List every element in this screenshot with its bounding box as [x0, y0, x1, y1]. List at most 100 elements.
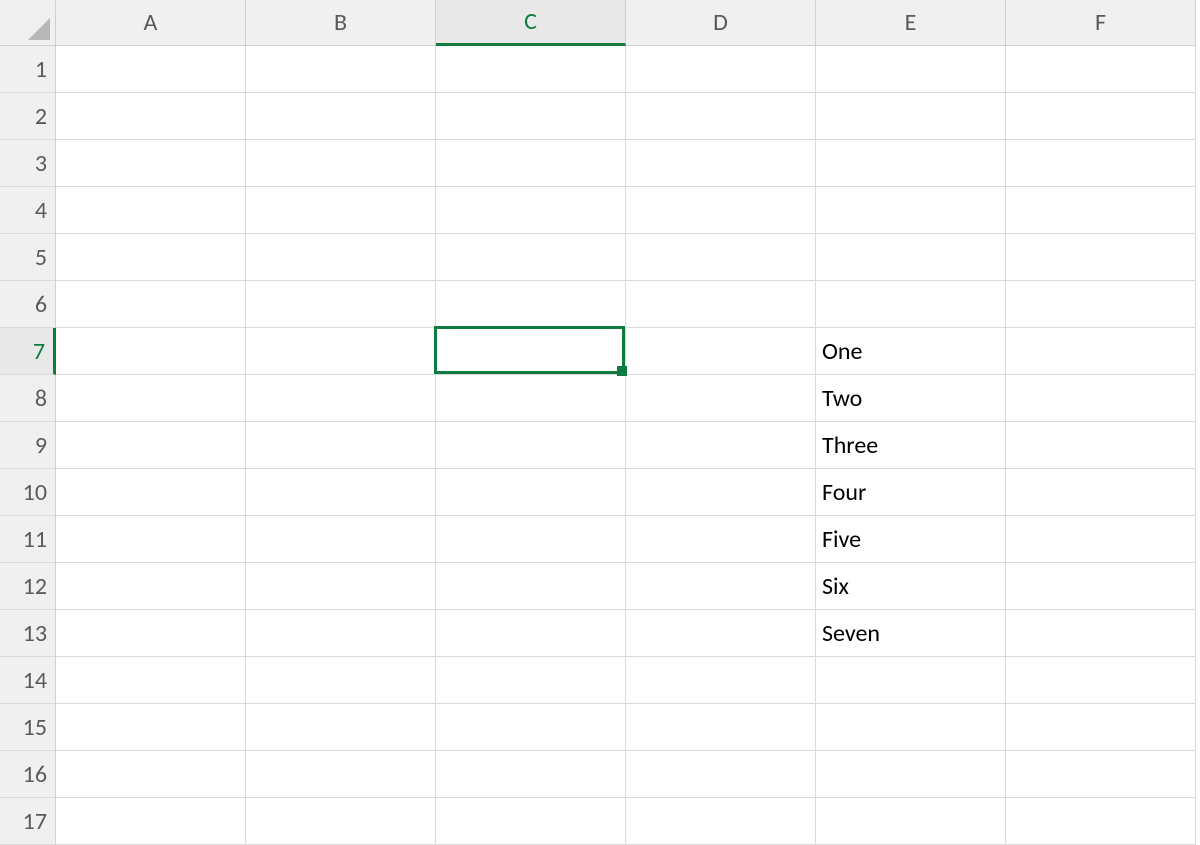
col-header-A[interactable]: A	[56, 0, 246, 46]
row-header-10[interactable]: 10	[0, 469, 56, 516]
cell-E13[interactable]: Seven	[816, 610, 1006, 657]
cell-F3[interactable]	[1006, 140, 1196, 187]
cell-A10[interactable]	[56, 469, 246, 516]
cell-A7[interactable]	[56, 328, 246, 375]
row-header-2[interactable]: 2	[0, 93, 56, 140]
cell-C1[interactable]	[436, 46, 626, 93]
cell-E7[interactable]: One	[816, 328, 1006, 375]
cell-D16[interactable]	[626, 751, 816, 798]
cell-C8[interactable]	[436, 375, 626, 422]
cell-E4[interactable]	[816, 187, 1006, 234]
row-header-7[interactable]: 7	[0, 328, 56, 375]
cell-C3[interactable]	[436, 140, 626, 187]
cell-D6[interactable]	[626, 281, 816, 328]
cell-E1[interactable]	[816, 46, 1006, 93]
cell-A13[interactable]	[56, 610, 246, 657]
cell-B4[interactable]	[246, 187, 436, 234]
cell-E11[interactable]: Five	[816, 516, 1006, 563]
cell-B8[interactable]	[246, 375, 436, 422]
cell-A6[interactable]	[56, 281, 246, 328]
row-header-15[interactable]: 15	[0, 704, 56, 751]
cell-D11[interactable]	[626, 516, 816, 563]
cell-A11[interactable]	[56, 516, 246, 563]
cell-C2[interactable]	[436, 93, 626, 140]
row-header-11[interactable]: 11	[0, 516, 56, 563]
row-header-12[interactable]: 12	[0, 563, 56, 610]
cell-A15[interactable]	[56, 704, 246, 751]
cell-C12[interactable]	[436, 563, 626, 610]
cell-A4[interactable]	[56, 187, 246, 234]
cell-E6[interactable]	[816, 281, 1006, 328]
cell-E9[interactable]: Three	[816, 422, 1006, 469]
cell-F11[interactable]	[1006, 516, 1196, 563]
cell-D15[interactable]	[626, 704, 816, 751]
cell-C17[interactable]	[436, 798, 626, 845]
row-header-8[interactable]: 8	[0, 375, 56, 422]
cell-B10[interactable]	[246, 469, 436, 516]
row-header-1[interactable]: 1	[0, 46, 56, 93]
cell-F16[interactable]	[1006, 751, 1196, 798]
cell-E14[interactable]	[816, 657, 1006, 704]
cell-C7[interactable]	[436, 328, 626, 375]
cell-F5[interactable]	[1006, 234, 1196, 281]
cell-F15[interactable]	[1006, 704, 1196, 751]
cell-F6[interactable]	[1006, 281, 1196, 328]
cell-B16[interactable]	[246, 751, 436, 798]
cell-C15[interactable]	[436, 704, 626, 751]
cell-D7[interactable]	[626, 328, 816, 375]
cell-D14[interactable]	[626, 657, 816, 704]
cell-B17[interactable]	[246, 798, 436, 845]
col-header-B[interactable]: B	[246, 0, 436, 46]
cell-B13[interactable]	[246, 610, 436, 657]
cell-C16[interactable]	[436, 751, 626, 798]
cell-B1[interactable]	[246, 46, 436, 93]
cell-F9[interactable]	[1006, 422, 1196, 469]
row-header-17[interactable]: 17	[0, 798, 56, 845]
cell-D8[interactable]	[626, 375, 816, 422]
cell-E8[interactable]: Two	[816, 375, 1006, 422]
row-header-16[interactable]: 16	[0, 751, 56, 798]
cell-E12[interactable]: Six	[816, 563, 1006, 610]
cell-D4[interactable]	[626, 187, 816, 234]
cell-C10[interactable]	[436, 469, 626, 516]
cell-F4[interactable]	[1006, 187, 1196, 234]
cell-A2[interactable]	[56, 93, 246, 140]
cell-E10[interactable]: Four	[816, 469, 1006, 516]
row-header-4[interactable]: 4	[0, 187, 56, 234]
cell-D10[interactable]	[626, 469, 816, 516]
cell-A9[interactable]	[56, 422, 246, 469]
col-header-F[interactable]: F	[1006, 0, 1196, 46]
cell-F14[interactable]	[1006, 657, 1196, 704]
cell-B2[interactable]	[246, 93, 436, 140]
cell-E5[interactable]	[816, 234, 1006, 281]
cell-B11[interactable]	[246, 516, 436, 563]
cell-A16[interactable]	[56, 751, 246, 798]
cell-D9[interactable]	[626, 422, 816, 469]
cell-F10[interactable]	[1006, 469, 1196, 516]
cell-A14[interactable]	[56, 657, 246, 704]
cell-B6[interactable]	[246, 281, 436, 328]
cell-D12[interactable]	[626, 563, 816, 610]
row-header-14[interactable]: 14	[0, 657, 56, 704]
cell-C5[interactable]	[436, 234, 626, 281]
cell-E17[interactable]	[816, 798, 1006, 845]
row-header-9[interactable]: 9	[0, 422, 56, 469]
cell-C11[interactable]	[436, 516, 626, 563]
cell-A3[interactable]	[56, 140, 246, 187]
cell-D2[interactable]	[626, 93, 816, 140]
cell-B12[interactable]	[246, 563, 436, 610]
cell-F2[interactable]	[1006, 93, 1196, 140]
row-header-13[interactable]: 13	[0, 610, 56, 657]
cell-B15[interactable]	[246, 704, 436, 751]
col-header-D[interactable]: D	[626, 0, 816, 46]
select-all-corner[interactable]	[0, 0, 56, 46]
cell-F8[interactable]	[1006, 375, 1196, 422]
cell-B14[interactable]	[246, 657, 436, 704]
cell-D13[interactable]	[626, 610, 816, 657]
cell-D17[interactable]	[626, 798, 816, 845]
col-header-E[interactable]: E	[816, 0, 1006, 46]
cell-C14[interactable]	[436, 657, 626, 704]
cell-A5[interactable]	[56, 234, 246, 281]
cell-B7[interactable]	[246, 328, 436, 375]
cell-A8[interactable]	[56, 375, 246, 422]
